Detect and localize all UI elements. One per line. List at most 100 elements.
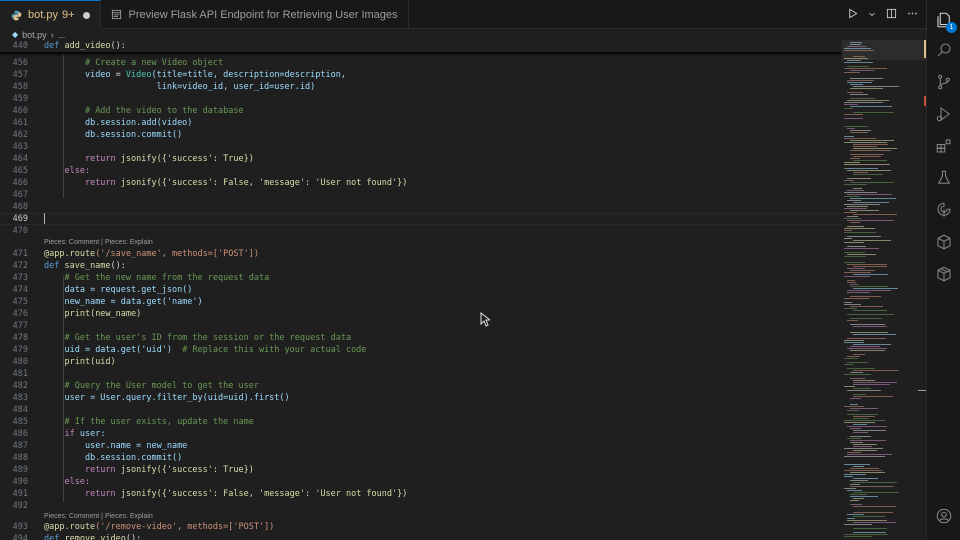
minimap-line	[853, 396, 893, 397]
minimap-line	[847, 246, 866, 247]
code-text: user.name = new_name	[84, 441, 188, 451]
minimap-line	[850, 440, 886, 441]
code-line: 487 user.name = new_name	[0, 440, 842, 452]
minimap-line	[844, 48, 871, 49]
search-icon[interactable]	[934, 40, 954, 60]
account-icon[interactable]	[934, 506, 954, 526]
minimap-line	[853, 498, 864, 499]
explorer-icon[interactable]: 1	[934, 10, 957, 33]
minimap-line	[850, 94, 868, 95]
minimap-line	[844, 406, 864, 407]
minimap-line	[847, 236, 881, 237]
minimap-line	[844, 536, 872, 537]
run-debug-icon[interactable]	[934, 104, 954, 124]
minimap-line	[844, 136, 854, 137]
minimap-line	[844, 422, 875, 423]
minimap-line	[853, 380, 875, 381]
code-text: # Add the video to the database	[84, 106, 244, 116]
code-text: return	[84, 489, 116, 499]
minimap-line	[850, 442, 863, 443]
code-line: 482 # Query the User model to get the us…	[0, 380, 842, 392]
source-control-icon[interactable]	[934, 72, 954, 92]
testing-icon[interactable]	[934, 168, 954, 188]
code-line: 462 db.session.commit()	[0, 129, 842, 141]
minimap-line	[850, 70, 874, 71]
sticky-scroll-header[interactable]: 440 def add_video():	[0, 40, 842, 52]
code-text: jsonify({'success': True})	[115, 154, 254, 164]
line-number: 480	[12, 357, 28, 367]
tab-bot-py[interactable]: bot.py 9+	[0, 0, 101, 29]
minimap-line	[847, 206, 868, 207]
minimap-line	[850, 494, 867, 495]
more-actions-icon[interactable]	[907, 8, 918, 22]
minimap-line	[847, 100, 889, 101]
minimap-line	[850, 286, 888, 287]
chevron-down-icon[interactable]	[868, 8, 876, 21]
run-icon[interactable]	[847, 8, 858, 22]
minimap-line	[844, 138, 876, 139]
code-editor[interactable]: 440 def add_video(): 456 # Create a new V…	[0, 40, 842, 540]
minimap-line	[844, 58, 868, 59]
code-text: # Create a new Video object	[84, 58, 224, 68]
breadcrumb-more[interactable]: ...	[58, 30, 66, 40]
minimap-line	[847, 438, 861, 439]
line-number: 467	[12, 190, 28, 200]
minimap-line	[847, 518, 855, 519]
minimap-line	[844, 476, 853, 477]
minimap-line	[853, 334, 896, 335]
code-text: # Query the User model to get the user	[64, 381, 259, 391]
pieces-icon[interactable]	[934, 200, 954, 220]
minimap-line	[844, 204, 880, 205]
minimap-line	[844, 252, 865, 253]
code-text: # Get the user's ID from the session or …	[64, 333, 352, 343]
minimap-line	[850, 198, 896, 199]
containers-icon[interactable]	[934, 264, 954, 284]
minimap-line	[844, 386, 855, 387]
minimap-line	[847, 520, 887, 521]
minimap-line	[844, 272, 871, 273]
minimap-line	[853, 112, 894, 113]
minimap-line	[844, 448, 883, 449]
minimap-line	[850, 372, 863, 373]
minimap-line	[844, 474, 866, 475]
minimap-line	[844, 164, 890, 165]
code-text: video	[84, 70, 111, 80]
code-line: 491 return jsonify({'success': False, 'm…	[0, 488, 842, 500]
minimap-line	[847, 226, 864, 227]
line-number: 464	[12, 154, 28, 164]
tab-preview[interactable]: Preview Flask API Endpoint for Retrievin…	[101, 0, 409, 29]
minimap-line	[850, 496, 878, 497]
minimap-line	[844, 180, 854, 181]
minimap-line	[847, 264, 887, 265]
code-text: ():	[110, 261, 126, 271]
minimap-line	[853, 432, 868, 433]
code-text: return	[84, 178, 116, 188]
code-line: 475 new_name = data.get('name')	[0, 296, 842, 308]
unsaved-dot-icon[interactable]	[82, 11, 90, 19]
minimap-line	[844, 374, 871, 375]
breadcrumb: ◆ bot.py › ...	[0, 29, 926, 40]
minimap-line	[853, 174, 883, 175]
code-line: 456 # Create a new Video object	[0, 57, 842, 69]
extensions-icon[interactable]	[934, 136, 954, 156]
code-line: 459	[0, 93, 842, 105]
code-text: data = request.get_json()	[64, 285, 193, 295]
code-text: new_name = data.get('name')	[64, 297, 203, 307]
minimap-line	[847, 92, 863, 93]
line-number: 492	[12, 501, 28, 511]
code-line: 488 db.session.commit()	[0, 452, 842, 464]
code-line: 460 # Add the video to the database	[0, 105, 842, 117]
minimap-line	[844, 142, 887, 143]
code-text: def	[44, 261, 60, 271]
breadcrumb-file[interactable]: bot.py	[22, 30, 47, 40]
line-number: 489	[12, 465, 28, 475]
minimap-line	[844, 464, 870, 465]
remote-explorer-icon[interactable]	[934, 232, 954, 252]
minimap-line	[847, 280, 855, 281]
minimap-line	[850, 154, 884, 155]
minimap[interactable]	[842, 40, 926, 540]
code-text: # Replace this with your actual code	[171, 345, 367, 355]
line-number: 478	[12, 333, 28, 343]
line-number: 456	[12, 58, 28, 68]
split-editor-icon[interactable]	[886, 8, 897, 22]
